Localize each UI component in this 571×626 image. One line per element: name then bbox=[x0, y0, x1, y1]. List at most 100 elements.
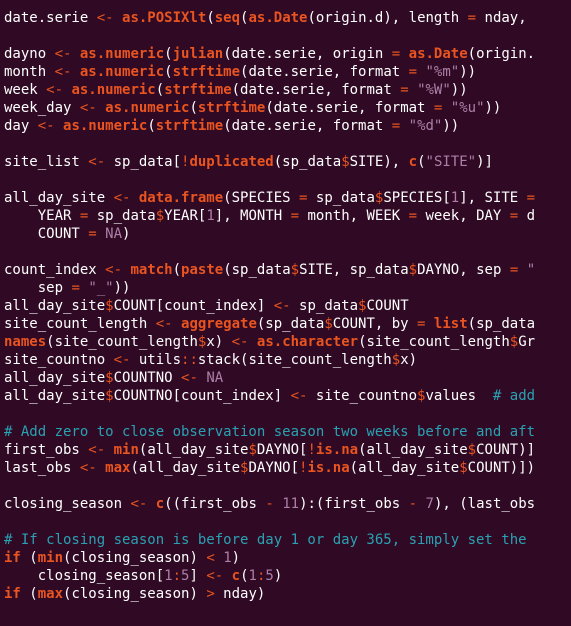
code-token: COUNT bbox=[4, 226, 89, 242]
code-token: sep bbox=[4, 280, 72, 296]
code-line[interactable]: last_obs <- max(all_day_site$DAYNO[!is.n… bbox=[4, 459, 571, 477]
code-line[interactable]: all_day_site$COUNTNO <- NA bbox=[4, 369, 571, 387]
code-line[interactable] bbox=[4, 513, 571, 531]
code-token: as.Date bbox=[408, 46, 468, 62]
code-line[interactable]: week_day <- as.numeric(strftime(date.ser… bbox=[4, 99, 571, 117]
code-token: max bbox=[105, 460, 131, 476]
code-token: = bbox=[509, 208, 519, 224]
code-line[interactable]: names(site_count_length$x) <- as.charact… bbox=[4, 333, 571, 351]
code-token: 11 bbox=[282, 496, 300, 512]
code-line[interactable]: # If closing season is before day 1 or d… bbox=[4, 531, 571, 549]
code-token: SITE), bbox=[349, 154, 409, 170]
code-token: is.na bbox=[307, 460, 350, 476]
code-token: <- bbox=[88, 154, 106, 170]
code-line[interactable]: # Add zero to close observation season t… bbox=[4, 423, 571, 441]
code-token: ( bbox=[417, 154, 426, 170]
code-token: = bbox=[526, 190, 536, 206]
code-token: $ bbox=[105, 298, 114, 314]
code-token: < bbox=[206, 550, 215, 566]
code-token: 1 bbox=[164, 568, 173, 584]
code-token: <- bbox=[96, 10, 114, 26]
code-token: = bbox=[509, 262, 519, 278]
code-line[interactable] bbox=[4, 477, 571, 495]
code-token: (sp_data bbox=[467, 316, 536, 332]
code-token: 1 bbox=[450, 190, 460, 206]
code-token: YEAR bbox=[4, 208, 80, 224]
code-token: "%m" bbox=[425, 64, 460, 80]
code-token: "%u" bbox=[450, 100, 485, 116]
code-line[interactable]: date.serie <- as.POSIXlt(seq(as.Date(ori… bbox=[4, 9, 571, 27]
code-token: (site_count_length bbox=[358, 334, 510, 350]
code-line[interactable]: all_day_site$COUNTNO[count_index] <- sit… bbox=[4, 387, 571, 405]
code-token: nday, bbox=[476, 10, 536, 26]
code-token: )) bbox=[484, 100, 502, 116]
code-lines: date.serie <- as.POSIXlt(seq(as.Date(ori… bbox=[4, 9, 571, 603]
code-token: all_day_site bbox=[4, 370, 106, 386]
code-token: ( bbox=[20, 586, 38, 602]
code-token: (all_day_site bbox=[358, 442, 468, 458]
code-token: month, WEEK bbox=[299, 208, 409, 224]
code-token: paste bbox=[181, 262, 224, 278]
code-token: ( bbox=[164, 46, 173, 62]
code-token: sp_data bbox=[88, 208, 156, 224]
code-line[interactable]: week <- as.numeric(strftime(date.serie, … bbox=[4, 81, 571, 99]
code-line[interactable]: day <- as.numeric(strftime(date.serie, f… bbox=[4, 117, 571, 135]
code-line[interactable]: first_obs <- min(all_day_site$DAYNO[!is.… bbox=[4, 441, 571, 459]
code-line[interactable]: if (min(closing_season) < 1) bbox=[4, 549, 571, 567]
code-editor[interactable]: date.serie <- as.POSIXlt(seq(as.Date(ori… bbox=[0, 0, 571, 626]
code-line[interactable]: all_day_site <- data.frame(SPECIES = sp_… bbox=[4, 189, 571, 207]
code-token: $ bbox=[105, 370, 114, 386]
code-line[interactable]: site_countno <- utils::stack(site_count_… bbox=[4, 351, 571, 369]
code-token: <- bbox=[155, 316, 173, 332]
code-line[interactable]: sep = "_")) bbox=[4, 279, 571, 297]
code-token: site_countno bbox=[307, 388, 418, 404]
code-token: as.numeric bbox=[71, 82, 156, 98]
code-token: all_day_site bbox=[4, 298, 106, 314]
code-line[interactable]: closing_season <- c((first_obs - 11):(fi… bbox=[4, 495, 571, 513]
code-line[interactable]: count_index <- match(paste(sp_data$SITE,… bbox=[4, 261, 571, 279]
code-token: "_" bbox=[88, 280, 114, 296]
code-line[interactable]: all_day_site$COUNT[count_index] <- sp_da… bbox=[4, 297, 571, 315]
code-token: = bbox=[391, 46, 401, 62]
code-line[interactable] bbox=[4, 135, 571, 153]
code-token: first_obs bbox=[4, 442, 89, 458]
code-line[interactable] bbox=[4, 27, 571, 45]
code-token: (sp_data bbox=[256, 316, 325, 332]
code-token: 1 bbox=[223, 550, 232, 566]
code-token: (date.serie, origin bbox=[223, 46, 392, 62]
code-token: - bbox=[265, 496, 274, 512]
code-line[interactable]: site_count_length <- aggregate(sp_data$C… bbox=[4, 315, 571, 333]
code-token: if bbox=[4, 586, 21, 602]
code-token: :: bbox=[181, 352, 198, 368]
code-line[interactable] bbox=[4, 243, 571, 261]
code-token: <- bbox=[113, 190, 131, 206]
code-token: site_countno bbox=[4, 352, 114, 368]
code-token: as.numeric bbox=[79, 64, 165, 80]
code-line[interactable]: site_list <- sp_data[!duplicated(sp_data… bbox=[4, 153, 571, 171]
code-token: <- bbox=[113, 352, 131, 368]
code-line[interactable]: closing_season[1:5] <- c(1:5) bbox=[4, 567, 571, 585]
code-line[interactable]: dayno <- as.numeric(julian(date.serie, o… bbox=[4, 45, 571, 63]
code-line[interactable] bbox=[4, 405, 571, 423]
code-token: = bbox=[71, 280, 80, 296]
code-token: (origin.d), length bbox=[307, 10, 468, 26]
code-token: SITE, sp_data bbox=[299, 262, 409, 278]
code-line[interactable]: month <- as.numeric(strftime(date.serie,… bbox=[4, 63, 571, 81]
code-token: ( bbox=[155, 82, 165, 98]
code-token: $ bbox=[324, 316, 333, 332]
code-line[interactable]: YEAR = sp_data$YEAR[1], MONTH = month, W… bbox=[4, 207, 571, 225]
code-token: ) bbox=[122, 226, 131, 242]
code-line[interactable]: if (max(closing_season) > nday) bbox=[4, 585, 571, 603]
code-line[interactable]: COUNT = NA) bbox=[4, 225, 571, 243]
code-line[interactable] bbox=[4, 171, 571, 189]
code-token: site_list bbox=[4, 154, 89, 170]
code-token: COUNT[count_index] bbox=[113, 298, 274, 314]
code-token: COUNT, by bbox=[332, 316, 418, 332]
